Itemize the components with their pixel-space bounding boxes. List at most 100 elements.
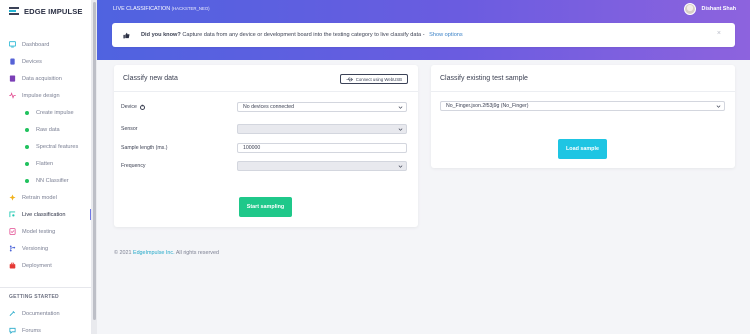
sensor-label: Sensor (121, 126, 138, 132)
sidebar-item-data-acquisition[interactable]: Data acquisition (0, 70, 91, 87)
tip-notice: Did you know? Capture data from any devi… (112, 23, 735, 47)
device-row: Device ? No devices connected (121, 102, 409, 112)
logo-icon (9, 7, 20, 15)
chevron-down-icon (716, 105, 721, 108)
database-icon (9, 75, 16, 82)
sidebar-item-versioning[interactable]: Versioning (0, 240, 91, 257)
sidebar-item-label: Devices (22, 58, 42, 65)
logo[interactable]: EDGE IMPULSE (0, 0, 91, 22)
sidebar-item-flatten[interactable]: Flatten (0, 155, 91, 172)
forums-icon (9, 327, 16, 334)
footer-copyright: © 2021 (114, 250, 132, 256)
frequency-label: Frequency (121, 163, 146, 169)
sidebar: EDGE IMPULSE Dashboard Devices Data acqu… (0, 0, 92, 334)
sidebar-item-label: NN Classifier (36, 177, 69, 184)
getting-started-nav: Documentation Forums (0, 305, 91, 334)
chevron-down-icon (398, 106, 403, 109)
doc-icon (9, 310, 16, 317)
usb-icon (346, 76, 353, 83)
sidebar-nav: Dashboard Devices Data acquisition Impul… (0, 36, 91, 274)
status-dot-icon (25, 127, 29, 132)
devices-icon (9, 58, 16, 65)
footer-company-link[interactable]: EdgeImpulse Inc. (133, 250, 175, 256)
sidebar-item-forums[interactable]: Forums (0, 322, 91, 334)
webusb-label: Connect using WebUSB (355, 76, 402, 82)
sidebar-item-devices[interactable]: Devices (0, 53, 91, 70)
sidebar-item-impulse-design[interactable]: Impulse design (0, 87, 91, 104)
sensor-row: Sensor (121, 124, 409, 134)
footer-rights: All rights reserved (175, 250, 219, 256)
classify-existing-card: Classify existing test sample No_Finger.… (431, 65, 735, 168)
card-title: Classify existing test sample (440, 74, 528, 82)
connect-webusb-button[interactable]: Connect using WebUSB (339, 74, 408, 84)
sidebar-item-dashboard[interactable]: Dashboard (0, 36, 91, 53)
avatar[interactable] (683, 3, 696, 15)
card-title: Classify new data (123, 74, 178, 82)
sidebar-item-label: Flatten (36, 160, 54, 167)
sample-length-label: Sample length (ms.) (121, 145, 168, 151)
sidebar-item-label: Forums (22, 327, 41, 334)
chevron-down-icon (398, 128, 403, 131)
sidebar-item-label: Deployment (22, 262, 52, 269)
getting-started-heading: GETTING STARTED (9, 294, 59, 300)
load-sample-button[interactable]: Load sample (558, 139, 607, 159)
device-label-text: Device (121, 104, 137, 110)
sidebar-item-live-classification[interactable]: Live classification (0, 206, 91, 223)
status-dot-icon (25, 110, 29, 115)
sidebar-item-documentation[interactable]: Documentation (0, 305, 91, 322)
sample-length-value: 100000 (243, 145, 261, 151)
show-options-link[interactable]: Show options (429, 32, 463, 38)
sidebar-item-label: Spectral features (36, 143, 79, 150)
pulse-icon (9, 92, 16, 99)
testing-icon (9, 228, 16, 235)
frequency-select[interactable] (237, 161, 407, 171)
sidebar-item-label: Create impulse (36, 109, 74, 116)
sidebar-item-label: Versioning (22, 245, 49, 252)
sidebar-item-spectral-features[interactable]: Spectral features (0, 138, 91, 155)
device-select[interactable]: No devices connected (237, 102, 407, 112)
sidebar-item-label: Impulse design (22, 92, 60, 99)
status-dot-icon (25, 178, 29, 183)
classify-existing-header: Classify existing test sample (431, 65, 735, 92)
notice-body: Capture data from any device or developm… (182, 32, 425, 38)
sidebar-item-model-testing[interactable]: Model testing (0, 223, 91, 240)
sidebar-item-label: Live classification (22, 211, 66, 218)
sidebar-item-label: Data acquisition (22, 75, 62, 82)
footer: © 2021 EdgeImpulse Inc. All rights reser… (114, 250, 219, 256)
sidebar-item-raw-data[interactable]: Raw data (0, 121, 91, 138)
sidebar-item-create-impulse[interactable]: Create impulse (0, 104, 91, 121)
scrollbar-thumb[interactable] (93, 2, 96, 320)
sidebar-item-retrain-model[interactable]: Retrain model (0, 189, 91, 206)
sidebar-item-label: Retrain model (22, 194, 57, 201)
sidebar-item-nn-classifier[interactable]: NN Classifier (0, 172, 91, 189)
monitor-icon (9, 41, 16, 48)
classify-new-card: Classify new data Connect using WebUSB D… (114, 65, 418, 227)
retrain-icon (9, 194, 16, 201)
classify-new-header: Classify new data Connect using WebUSB (114, 65, 418, 92)
test-sample-value: No_Finger.json.2f53j9g (No_Finger) (446, 103, 529, 109)
start-sampling-button[interactable]: Start sampling (239, 197, 292, 217)
sidebar-item-deployment[interactable]: Deployment (0, 257, 91, 274)
notice-text: Did you know? Capture data from any devi… (141, 32, 463, 38)
sidebar-divider (0, 287, 91, 288)
sample-length-input[interactable]: 100000 (237, 143, 407, 153)
sidebar-item-label: Dashboard (22, 41, 50, 48)
deployment-icon (9, 262, 16, 269)
thumbs-up-icon (123, 32, 130, 39)
sensor-select[interactable] (237, 124, 407, 134)
test-sample-select[interactable]: No_Finger.json.2f53j9g (No_Finger) (440, 101, 725, 111)
help-icon[interactable]: ? (139, 104, 145, 110)
device-select-value: No devices connected (243, 104, 295, 110)
close-icon[interactable]: × (717, 30, 721, 37)
chevron-down-icon (398, 165, 403, 168)
sidebar-item-label: Raw data (36, 126, 60, 133)
user-name: Dishant Shah (701, 6, 736, 12)
logo-text: EDGE IMPULSE (24, 6, 83, 16)
sample-length-row: Sample length (ms.) 100000 (121, 143, 409, 153)
project-name: (HACKSTER_NEO) (171, 6, 210, 11)
frequency-row: Frequency (121, 161, 409, 171)
live-icon (9, 211, 16, 218)
notice-bold: Did you know? (141, 32, 181, 38)
sidebar-item-label: Model testing (22, 228, 56, 235)
user-menu[interactable]: Dishant Shah (683, 3, 736, 15)
